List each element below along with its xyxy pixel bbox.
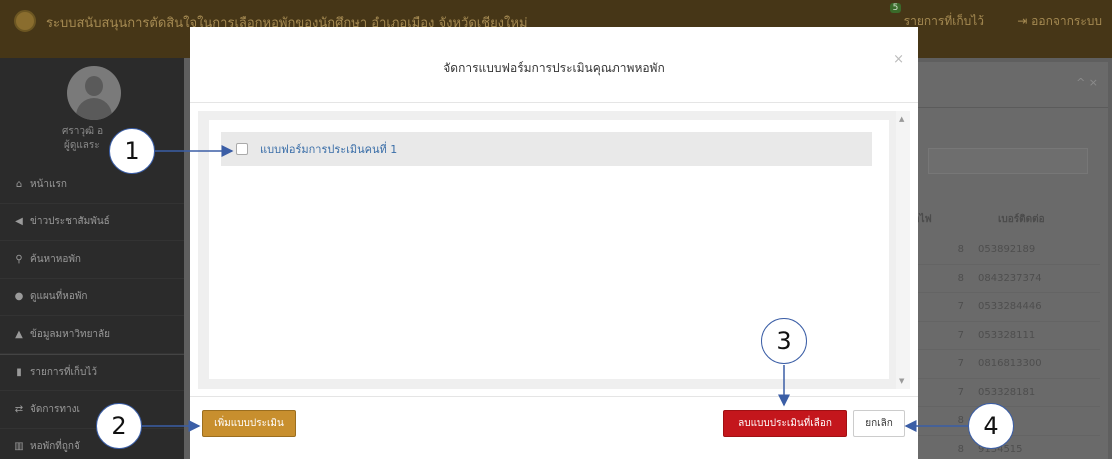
bar-chart-icon: ▥ bbox=[14, 441, 24, 453]
sidebar-item-university[interactable]: ▲ ข้อมูลมหาวิทยาลัย bbox=[0, 316, 184, 354]
callout-4: 4 bbox=[968, 403, 1014, 449]
table-cell-phone: 053328111 bbox=[978, 329, 1036, 341]
sidebar-item-label: ค้นหาหอพัก bbox=[30, 253, 81, 265]
university-logo-icon bbox=[14, 10, 36, 32]
list-item[interactable]: แบบฟอร์มการประเมินคนที่ 1 bbox=[221, 132, 872, 166]
scroll-up-icon[interactable]: ▲ bbox=[899, 115, 904, 123]
table-search-input[interactable] bbox=[928, 148, 1088, 174]
table-row: 8 053892189 bbox=[890, 236, 1100, 265]
scroll-down-icon[interactable]: ▼ bbox=[899, 377, 904, 385]
table-header: าไฟ เบอร์ติดต่อ bbox=[890, 202, 1100, 236]
user-name: ศราวุฒิ อ bbox=[62, 126, 104, 137]
panel-controls-icon[interactable]: ^ × bbox=[1076, 76, 1098, 89]
sidebar-item-stats[interactable]: ▥ หอพักที่ถูกจั bbox=[0, 429, 184, 459]
add-evaluation-button[interactable]: เพิ่มแบบประเมิน bbox=[202, 410, 296, 437]
sidebar-item-saved[interactable]: ▮ รายการที่เก็บไว้ bbox=[0, 353, 184, 391]
sidebar: ศราวุฒิ อ ผู้ดูแลระ ⌂ หน้าแรก ◀ ข่าวประช… bbox=[0, 58, 184, 459]
delete-selected-button[interactable]: ลบแบบประเมินที่เลือก bbox=[723, 410, 847, 437]
search-icon: ⚲ bbox=[15, 253, 23, 265]
modal-title: จัดการแบบฟอร์มการประเมินคุณภาพหอพัก bbox=[443, 61, 665, 75]
table-row: 7 0533284446 bbox=[890, 293, 1100, 322]
bookmark-icon: ▮ bbox=[16, 366, 22, 378]
list-scrollbar[interactable]: ▲ ▼ bbox=[896, 111, 910, 389]
exchange-icon: ⇄ bbox=[14, 403, 24, 415]
sidebar-item-label: รายการที่เก็บไว้ bbox=[30, 366, 97, 378]
sidebar-item-label: ดูแผนที่หอพัก bbox=[30, 291, 88, 303]
graduation-cap-icon: ▲ bbox=[15, 328, 23, 340]
sidebar-item-search[interactable]: ⚲ ค้นหาหอพัก bbox=[0, 241, 184, 279]
saved-count-badge: 5 bbox=[889, 3, 902, 13]
sidebar-item-label: ข้อมูลมหาวิทยาลัย bbox=[30, 328, 111, 340]
sidebar-item-map[interactable]: ● ดูแผนที่หอพัก bbox=[0, 279, 184, 316]
callout-1: 1 bbox=[109, 128, 155, 174]
sidebar-nav: ⌂ หน้าแรก ◀ ข่าวประชาสัมพันธ์ ⚲ ค้นหาหอพ… bbox=[0, 166, 184, 459]
map-marker-icon: ● bbox=[14, 291, 24, 303]
evaluation-form-modal: จัดการแบบฟอร์มการประเมินคุณภาพหอพัก × แบ… bbox=[190, 27, 918, 459]
table-row: 8 0843237374 bbox=[890, 265, 1100, 293]
sidebar-item-news[interactable]: ◀ ข่าวประชาสัมพันธ์ bbox=[0, 204, 184, 241]
table-cell-phone: 053328181 bbox=[978, 386, 1036, 398]
cancel-button[interactable]: ยกเลิก bbox=[853, 410, 905, 437]
callout-2: 2 bbox=[96, 403, 142, 449]
table-cell-phone: 053892189 bbox=[978, 244, 1036, 256]
close-icon[interactable]: × bbox=[893, 52, 904, 67]
table-cell-phone: 0533284446 bbox=[978, 301, 1042, 313]
sidebar-item-label: ข่าวประชาสัมพันธ์ bbox=[30, 216, 110, 228]
select-checkbox[interactable] bbox=[236, 143, 248, 155]
logout-label: ออกจากระบบ bbox=[1031, 14, 1102, 28]
modal-header: จัดการแบบฟอร์มการประเมินคุณภาพหอพัก × bbox=[190, 27, 918, 103]
table-cell-phone: 0843237374 bbox=[978, 272, 1042, 284]
modal-footer: เพิ่มแบบประเมิน ลบแบบประเมินที่เลือก ยกเ… bbox=[190, 396, 918, 459]
evaluation-form-link[interactable]: แบบฟอร์มการประเมินคนที่ 1 bbox=[260, 140, 397, 158]
column-header-phone[interactable]: เบอร์ติดต่อ bbox=[976, 212, 1100, 227]
table-row: 7 053328111 bbox=[890, 322, 1100, 350]
user-role: ผู้ดูแลระ bbox=[64, 140, 100, 151]
logout-icon: ⇥ bbox=[1017, 14, 1028, 28]
home-icon: ⌂ bbox=[15, 178, 23, 190]
sidebar-item-label: หอพักที่ถูกจั bbox=[30, 441, 80, 453]
table-row: 7 0816813300 bbox=[890, 350, 1100, 379]
logout-link[interactable]: ⇥ ออกจากระบบ bbox=[1017, 12, 1102, 31]
sidebar-item-home[interactable]: ⌂ หน้าแรก bbox=[0, 166, 184, 204]
sidebar-item-label: จัดการทางเ bbox=[30, 403, 80, 415]
callout-3: 3 bbox=[761, 318, 807, 364]
megaphone-icon: ◀ bbox=[15, 216, 23, 228]
sidebar-item-manage[interactable]: ⇄ จัดการทางเ bbox=[0, 391, 184, 429]
sidebar-item-label: หน้าแรก bbox=[30, 178, 67, 190]
avatar bbox=[67, 66, 121, 120]
table-cell-phone: 0816813300 bbox=[978, 358, 1042, 370]
saved-items-label: รายการที่เก็บไว้ bbox=[903, 14, 984, 28]
